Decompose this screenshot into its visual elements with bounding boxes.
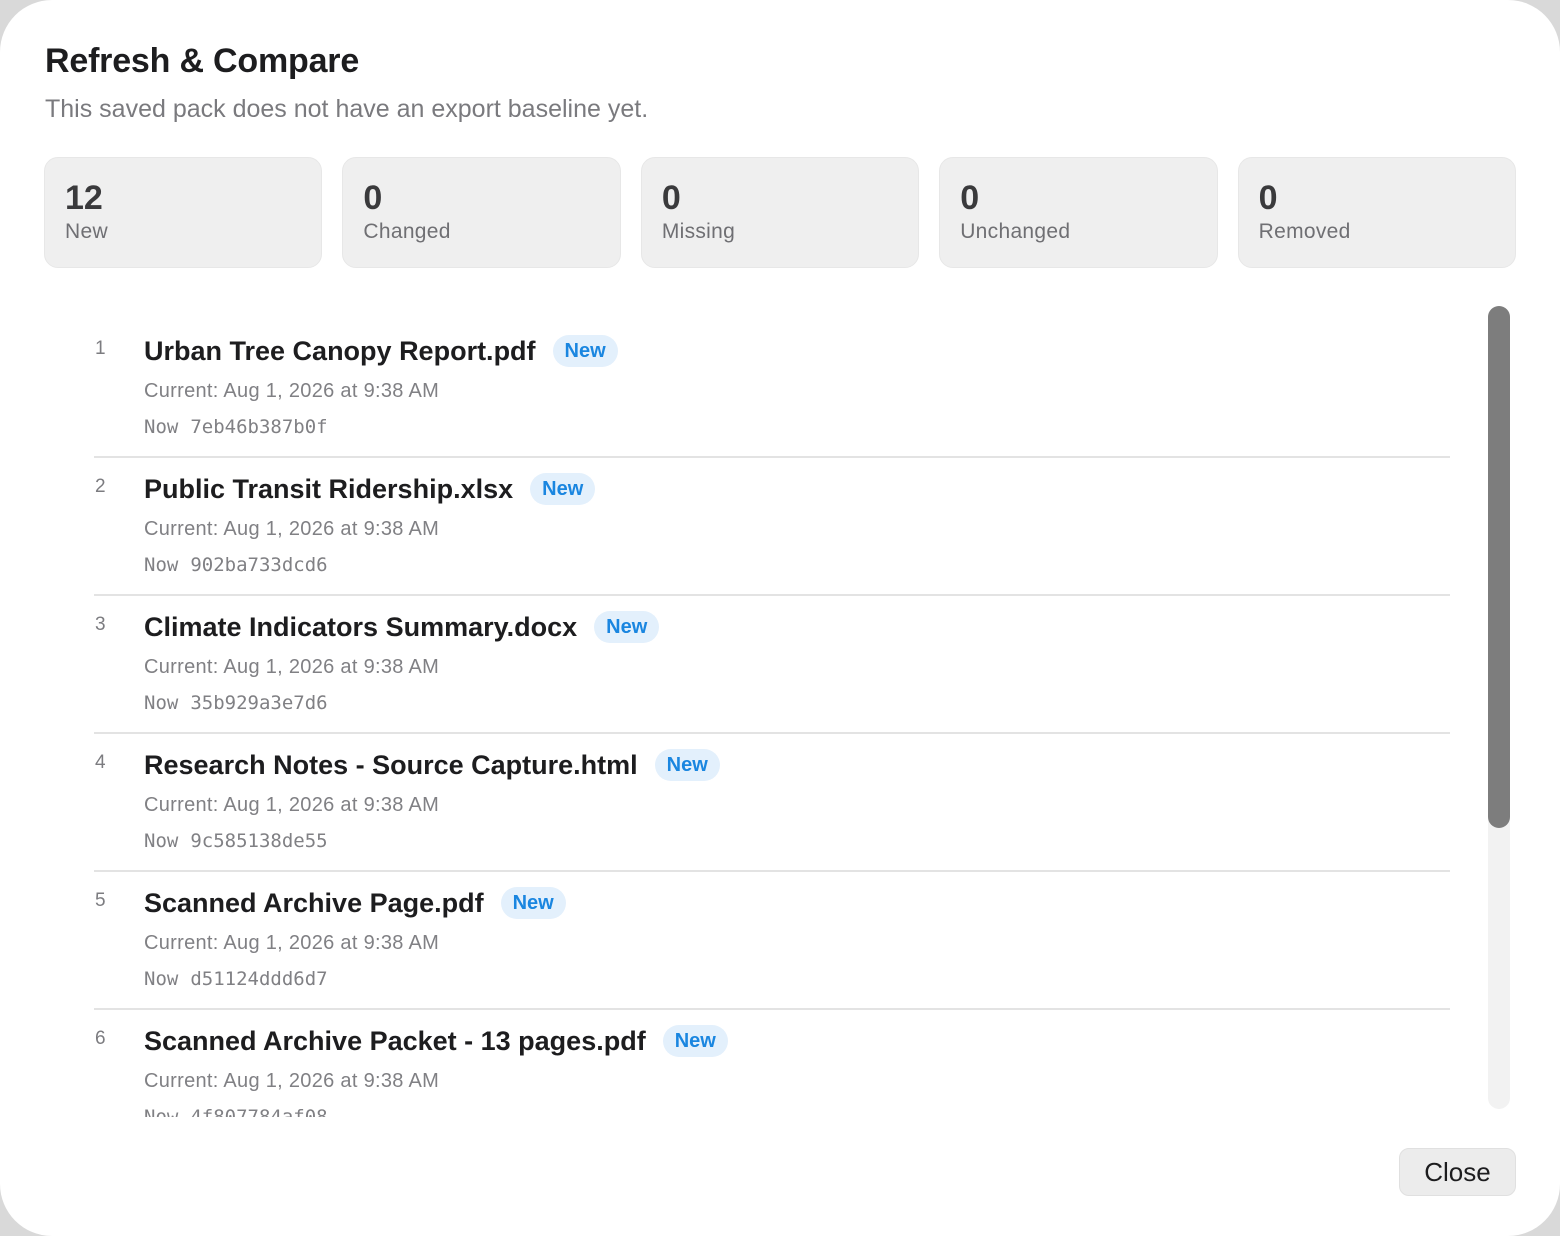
stat-card-changed: 0 Changed: [342, 157, 621, 268]
item-name: Public Transit Ridership.xlsx: [144, 473, 514, 504]
item-header: Research Notes - Source Capture.html New: [144, 749, 720, 781]
status-badge: New: [594, 611, 660, 643]
stat-label: Missing: [661, 220, 736, 243]
list-item[interactable]: 4 Research Notes - Source Capture.html N…: [94, 734, 1450, 872]
hash-prefix: Now: [144, 416, 179, 438]
item-header: Climate Indicators Summary.docx New: [144, 611, 660, 643]
item-index: 6: [95, 1028, 106, 1049]
hash-prefix: Now: [144, 1106, 179, 1117]
stat-label: New: [65, 220, 108, 243]
item-header: Scanned Archive Page.pdf New: [144, 887, 566, 919]
stat-value: 0: [960, 179, 980, 217]
close-button[interactable]: Close: [1399, 1148, 1516, 1196]
status-badge: New: [654, 749, 720, 781]
stat-label: Removed: [1258, 220, 1351, 243]
stat-card-removed: 0 Removed: [1237, 157, 1517, 268]
item-index: 4: [95, 752, 106, 773]
list-item[interactable]: 2 Public Transit Ridership.xlsx New Curr…: [94, 458, 1450, 596]
item-current-date: Current: Aug 1, 2026 at 9:38 AM: [144, 1070, 440, 1092]
list-item[interactable]: 1 Urban Tree Canopy Report.pdf New Curre…: [94, 320, 1450, 458]
item-index: 1: [95, 338, 106, 359]
item-name: Urban Tree Canopy Report.pdf: [144, 335, 536, 366]
hash-prefix: Now: [144, 692, 179, 714]
item-hash: 9c585138de55: [190, 830, 328, 852]
item-hash-line: Now 4f807784af08: [144, 1106, 328, 1117]
hash-prefix: Now: [144, 968, 179, 990]
item-hash-line: Now 7eb46b387b0f: [144, 416, 328, 438]
stat-value: 12: [65, 179, 103, 217]
item-name: Scanned Archive Packet - 13 pages.pdf: [144, 1025, 646, 1056]
item-name: Scanned Archive Page.pdf: [144, 887, 484, 918]
item-header: Public Transit Ridership.xlsx New: [144, 473, 596, 505]
item-current-date: Current: Aug 1, 2026 at 9:38 AM: [144, 380, 440, 402]
stat-value: 0: [661, 179, 681, 217]
refresh-compare-dialog: Refresh & Compare This saved pack does n…: [0, 0, 1560, 1236]
stat-card-new: 12 New: [44, 157, 323, 268]
item-index: 3: [95, 614, 106, 635]
item-hash: d51124ddd6d7: [190, 968, 328, 990]
list-item[interactable]: 3 Climate Indicators Summary.docx New Cu…: [94, 596, 1450, 734]
item-current-date: Current: Aug 1, 2026 at 9:38 AM: [144, 794, 440, 816]
item-hash: 7eb46b387b0f: [190, 416, 328, 438]
item-header: Scanned Archive Packet - 13 pages.pdf Ne…: [144, 1025, 728, 1057]
item-hash: 902ba733dcd6: [190, 554, 328, 576]
item-hash-line: Now d51124ddd6d7: [144, 968, 328, 990]
stat-card-unchanged: 0 Unchanged: [939, 157, 1218, 268]
item-current-date: Current: Aug 1, 2026 at 9:38 AM: [144, 932, 440, 954]
item-current-date: Current: Aug 1, 2026 at 9:38 AM: [144, 518, 440, 540]
item-hash-line: Now 9c585138de55: [144, 830, 328, 852]
status-badge: New: [500, 887, 566, 919]
item-hash: 35b929a3e7d6: [190, 692, 328, 714]
item-index: 2: [95, 476, 106, 497]
item-hash: 4f807784af08: [190, 1106, 328, 1117]
status-badge: New: [530, 473, 596, 505]
list-item[interactable]: 6 Scanned Archive Packet - 13 pages.pdf …: [94, 1010, 1450, 1117]
stat-value: 0: [363, 179, 383, 217]
item-name: Climate Indicators Summary.docx: [144, 611, 578, 642]
item-current-date: Current: Aug 1, 2026 at 9:38 AM: [144, 656, 440, 678]
item-hash-line: Now 902ba733dcd6: [144, 554, 328, 576]
status-badge: New: [662, 1025, 728, 1057]
status-badge: New: [552, 335, 618, 367]
stat-card-missing: 0 Missing: [640, 157, 920, 268]
list-item[interactable]: 5 Scanned Archive Page.pdf New Current: …: [94, 872, 1450, 1010]
summary-stats: 12 New 0 Changed 0 Missing 0 Unchanged 0…: [44, 157, 1517, 268]
item-name: Research Notes - Source Capture.html: [144, 749, 638, 780]
item-list[interactable]: 1 Urban Tree Canopy Report.pdf New Curre…: [44, 300, 1516, 1117]
item-list-content: 1 Urban Tree Canopy Report.pdf New Curre…: [94, 320, 1450, 1117]
dialog-subtitle: This saved pack does not have an export …: [45, 95, 649, 123]
stat-label: Changed: [363, 220, 451, 243]
item-header: Urban Tree Canopy Report.pdf New: [144, 335, 618, 367]
dialog-title: Refresh & Compare: [45, 42, 360, 80]
stat-value: 0: [1258, 179, 1278, 217]
scrollbar-thumb[interactable]: [1488, 306, 1510, 828]
vertical-scrollbar[interactable]: [1488, 306, 1510, 1109]
hash-prefix: Now: [144, 830, 179, 852]
item-index: 5: [95, 890, 106, 911]
stat-label: Unchanged: [960, 220, 1071, 243]
hash-prefix: Now: [144, 554, 179, 576]
item-hash-line: Now 35b929a3e7d6: [144, 692, 328, 714]
